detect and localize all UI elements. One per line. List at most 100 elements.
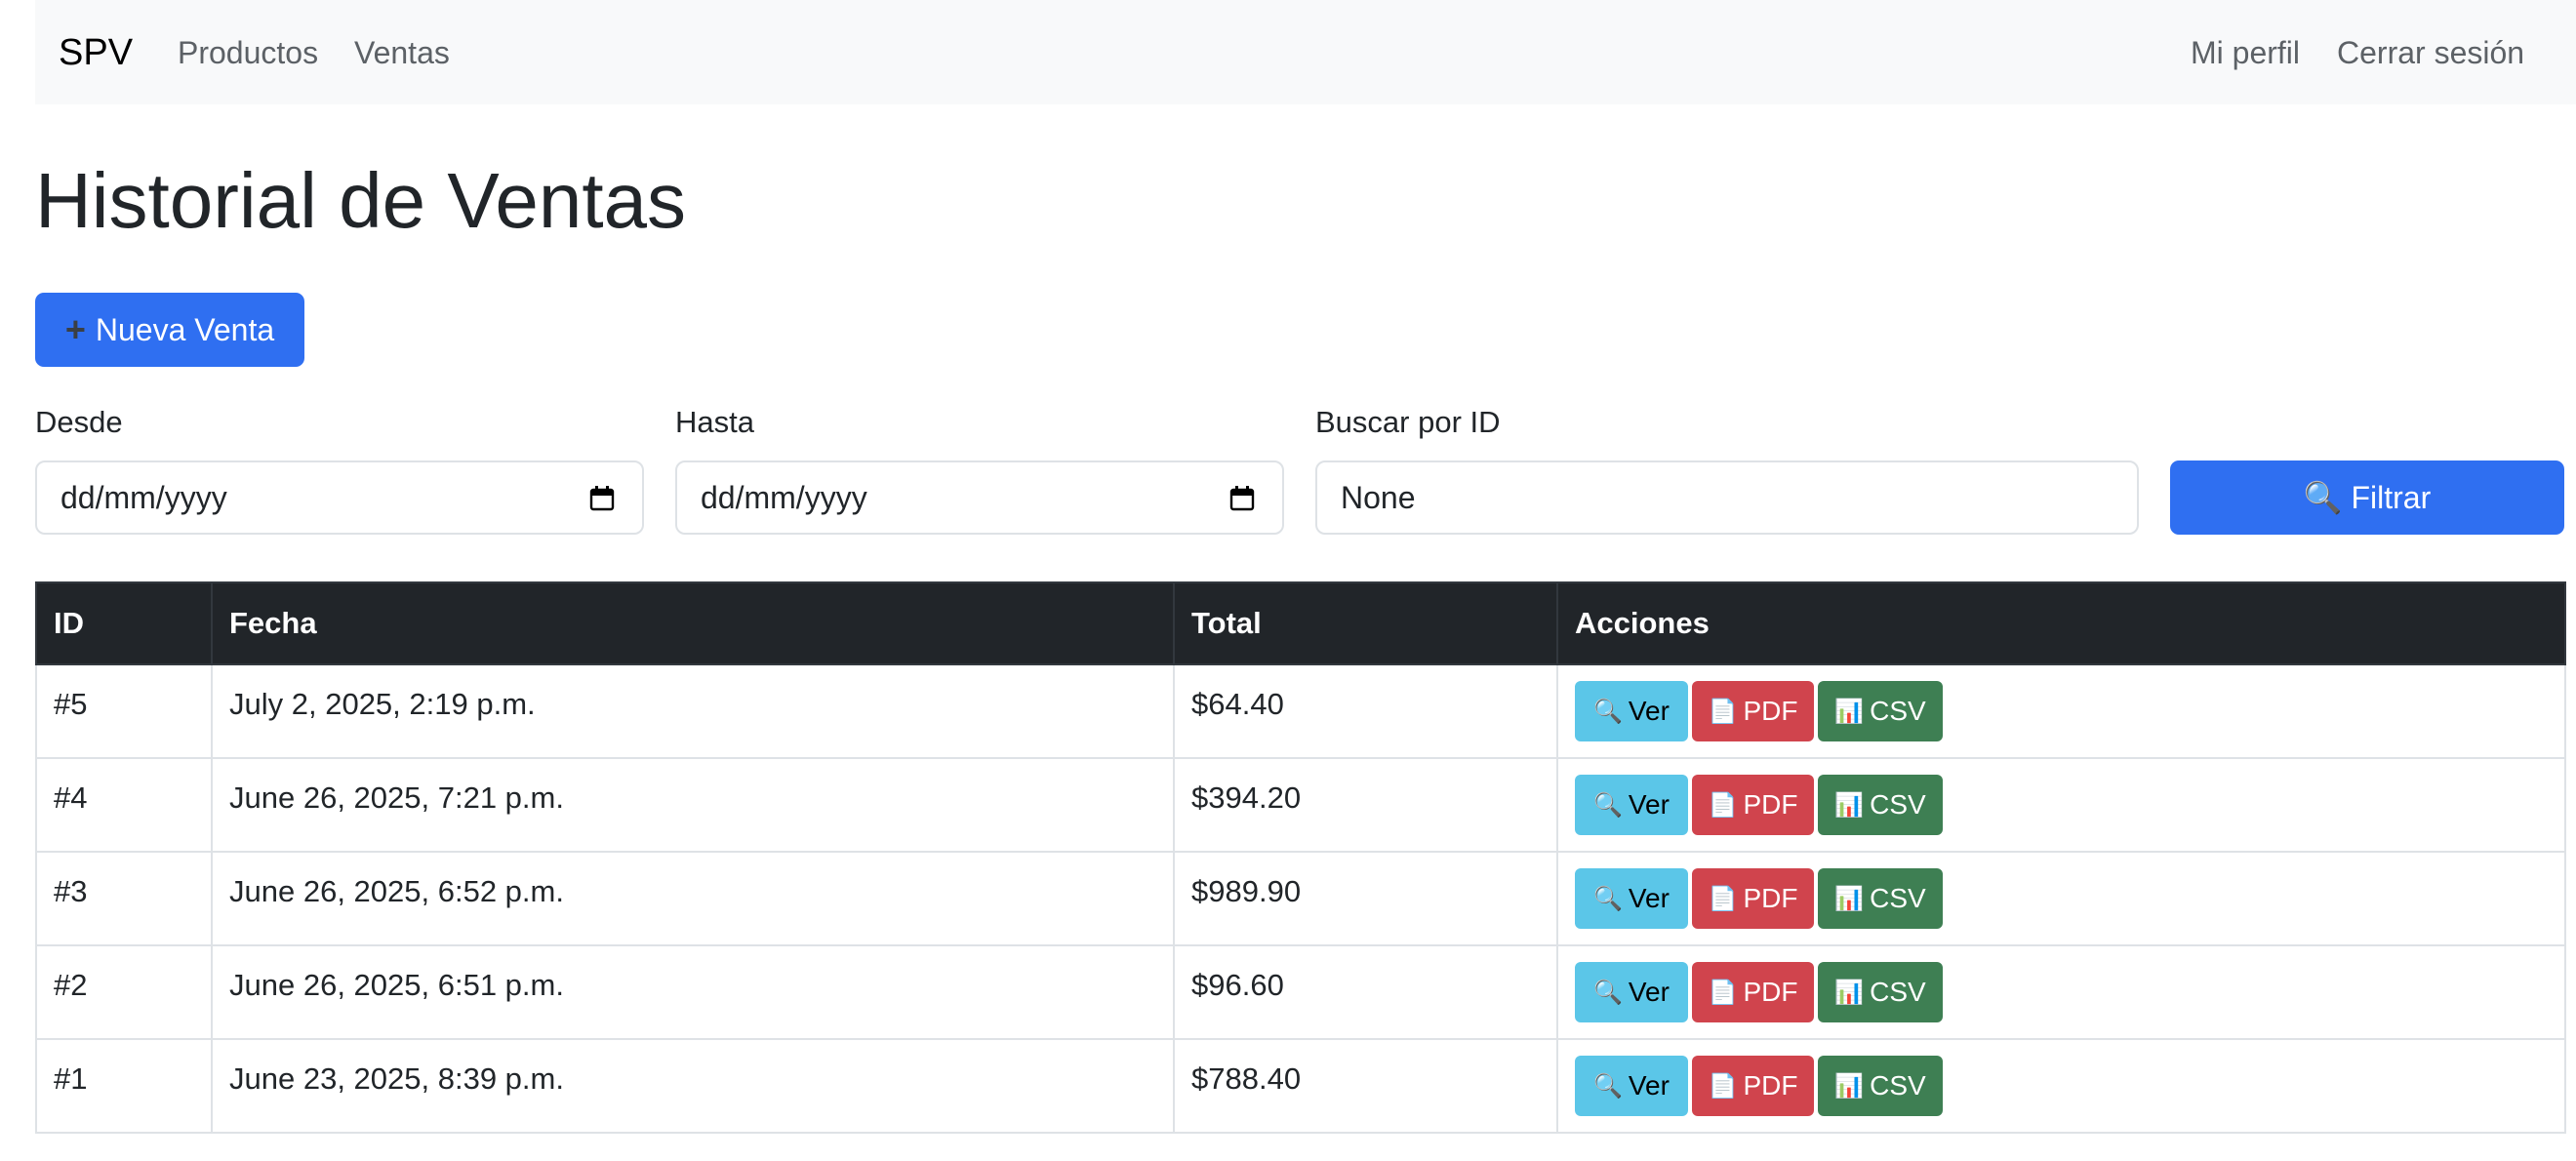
view-button[interactable]: 🔍 Ver: [1575, 1056, 1688, 1116]
csv-label: CSV: [1870, 883, 1926, 913]
calendar-icon[interactable]: [1229, 486, 1255, 511]
hasta-date-value: dd/mm/yyyy: [701, 479, 867, 515]
desde-date-value: dd/mm/yyyy: [60, 479, 227, 515]
view-label: Ver: [1628, 696, 1670, 726]
nav-link-mi-perfil[interactable]: Mi perfil: [2191, 31, 2300, 74]
nav-link-productos[interactable]: Productos: [178, 31, 318, 74]
sale-id: #1: [54, 1061, 88, 1096]
plus-icon: +: [64, 309, 86, 349]
csv-button[interactable]: 📊 CSV: [1818, 775, 1943, 835]
chart-icon: 📊: [1834, 698, 1865, 725]
header-total: Total: [1173, 581, 1558, 665]
chart-icon: 📊: [1834, 979, 1865, 1006]
cell-actions: 🔍 Ver 📄 PDF 📊 CSV: [1556, 757, 2566, 853]
view-label: Ver: [1628, 883, 1670, 913]
sale-id: #5: [54, 687, 88, 721]
page-title: Historial de Ventas: [35, 157, 687, 244]
csv-label: CSV: [1870, 789, 1926, 820]
document-icon: 📄: [1708, 979, 1738, 1006]
csv-button[interactable]: 📊 CSV: [1818, 962, 1943, 1022]
navbar: SPV Productos Ventas Mi perfil Cerrar se…: [35, 0, 2576, 104]
search-icon: 🔍: [1593, 885, 1623, 912]
pdf-button[interactable]: 📄 PDF: [1692, 868, 1814, 929]
search-icon: 🔍: [1593, 979, 1623, 1006]
table-row: #1 June 23, 2025, 8:39 p.m. $788.40 🔍 Ve…: [35, 1038, 2566, 1134]
cell-actions: 🔍 Ver 📄 PDF 📊 CSV: [1556, 1038, 2566, 1134]
table-row: #5 July 2, 2025, 2:19 p.m. $64.40 🔍 Ver …: [35, 663, 2566, 759]
search-icon: 🔍: [1593, 698, 1623, 725]
view-button[interactable]: 🔍 Ver: [1575, 962, 1688, 1022]
desde-date-input[interactable]: dd/mm/yyyy: [35, 460, 644, 535]
hasta-date-input[interactable]: dd/mm/yyyy: [675, 460, 1284, 535]
cell-actions: 🔍 Ver 📄 PDF 📊 CSV: [1556, 944, 2566, 1040]
chart-icon: 📊: [1834, 1072, 1865, 1100]
sale-date: June 26, 2025, 6:52 p.m.: [229, 874, 564, 908]
sale-date: June 26, 2025, 6:51 p.m.: [229, 968, 564, 1002]
table-row: #2 June 26, 2025, 6:51 p.m. $96.60 🔍 Ver…: [35, 944, 2566, 1040]
buscar-label: Buscar por ID: [1315, 405, 1501, 439]
cell-total: $788.40: [1173, 1038, 1558, 1134]
header-fecha: Fecha: [211, 581, 1175, 665]
brand-link[interactable]: SPV: [59, 27, 133, 78]
view-label: Ver: [1628, 1070, 1670, 1101]
filter-button[interactable]: 🔍 Filtrar: [2170, 460, 2564, 535]
view-button[interactable]: 🔍 Ver: [1575, 868, 1688, 929]
chart-icon: 📊: [1834, 791, 1865, 819]
sales-table: ID Fecha Total Acciones #5 July 2, 2025,…: [35, 581, 2566, 1134]
cell-actions: 🔍 Ver 📄 PDF 📊 CSV: [1556, 851, 2566, 946]
new-sale-label: Nueva Venta: [95, 311, 275, 347]
pdf-label: PDF: [1743, 696, 1798, 726]
sale-id: #4: [54, 781, 88, 815]
nav-link-cerrar-sesion[interactable]: Cerrar sesión: [2337, 31, 2524, 74]
pdf-label: PDF: [1743, 883, 1798, 913]
sale-date: June 26, 2025, 7:21 p.m.: [229, 781, 564, 815]
nav-link-ventas[interactable]: Ventas: [354, 31, 450, 74]
cell-total: $989.90: [1173, 851, 1558, 946]
pdf-button[interactable]: 📄 PDF: [1692, 962, 1814, 1022]
cell-fecha: June 26, 2025, 6:52 p.m.: [211, 851, 1175, 946]
cell-fecha: June 26, 2025, 7:21 p.m.: [211, 757, 1175, 853]
search-icon: 🔍: [1593, 1072, 1623, 1100]
cell-fecha: June 26, 2025, 6:51 p.m.: [211, 944, 1175, 1040]
view-label: Ver: [1628, 789, 1670, 820]
cell-id: #5: [35, 663, 213, 759]
table-row: #4 June 26, 2025, 7:21 p.m. $394.20 🔍 Ve…: [35, 757, 2566, 853]
table-header-row: ID Fecha Total Acciones: [35, 581, 2566, 665]
search-id-value: None: [1341, 479, 1416, 515]
csv-button[interactable]: 📊 CSV: [1818, 1056, 1943, 1116]
pdf-button[interactable]: 📄 PDF: [1692, 775, 1814, 835]
cell-id: #2: [35, 944, 213, 1040]
pdf-label: PDF: [1743, 1070, 1798, 1101]
desde-label: Desde: [35, 405, 123, 439]
cell-total: $394.20: [1173, 757, 1558, 853]
hasta-label: Hasta: [675, 405, 754, 439]
cell-total: $64.40: [1173, 663, 1558, 759]
document-icon: 📄: [1708, 791, 1738, 819]
view-label: Ver: [1628, 977, 1670, 1007]
page: SPV Productos Ventas Mi perfil Cerrar se…: [0, 0, 2576, 1161]
cell-id: #1: [35, 1038, 213, 1134]
sale-total: $96.60: [1191, 968, 1284, 1002]
table-row: #3 June 26, 2025, 6:52 p.m. $989.90 🔍 Ve…: [35, 851, 2566, 946]
header-id: ID: [35, 581, 213, 665]
new-sale-button[interactable]: + Nueva Venta: [35, 293, 304, 367]
sale-id: #2: [54, 968, 88, 1002]
document-icon: 📄: [1708, 1072, 1738, 1100]
search-id-input[interactable]: None: [1315, 460, 2139, 535]
csv-button[interactable]: 📊 CSV: [1818, 868, 1943, 929]
sale-total: $64.40: [1191, 687, 1284, 721]
pdf-button[interactable]: 📄 PDF: [1692, 1056, 1814, 1116]
csv-button[interactable]: 📊 CSV: [1818, 681, 1943, 741]
cell-fecha: July 2, 2025, 2:19 p.m.: [211, 663, 1175, 759]
view-button[interactable]: 🔍 Ver: [1575, 681, 1688, 741]
pdf-label: PDF: [1743, 789, 1798, 820]
view-button[interactable]: 🔍 Ver: [1575, 775, 1688, 835]
sale-total: $989.90: [1191, 874, 1302, 908]
document-icon: 📄: [1708, 698, 1738, 725]
calendar-icon[interactable]: [589, 486, 615, 511]
pdf-button[interactable]: 📄 PDF: [1692, 681, 1814, 741]
cell-fecha: June 23, 2025, 8:39 p.m.: [211, 1038, 1175, 1134]
csv-label: CSV: [1870, 1070, 1926, 1101]
sales-table-container: ID Fecha Total Acciones #5 July 2, 2025,…: [35, 581, 2566, 1134]
csv-label: CSV: [1870, 696, 1926, 726]
